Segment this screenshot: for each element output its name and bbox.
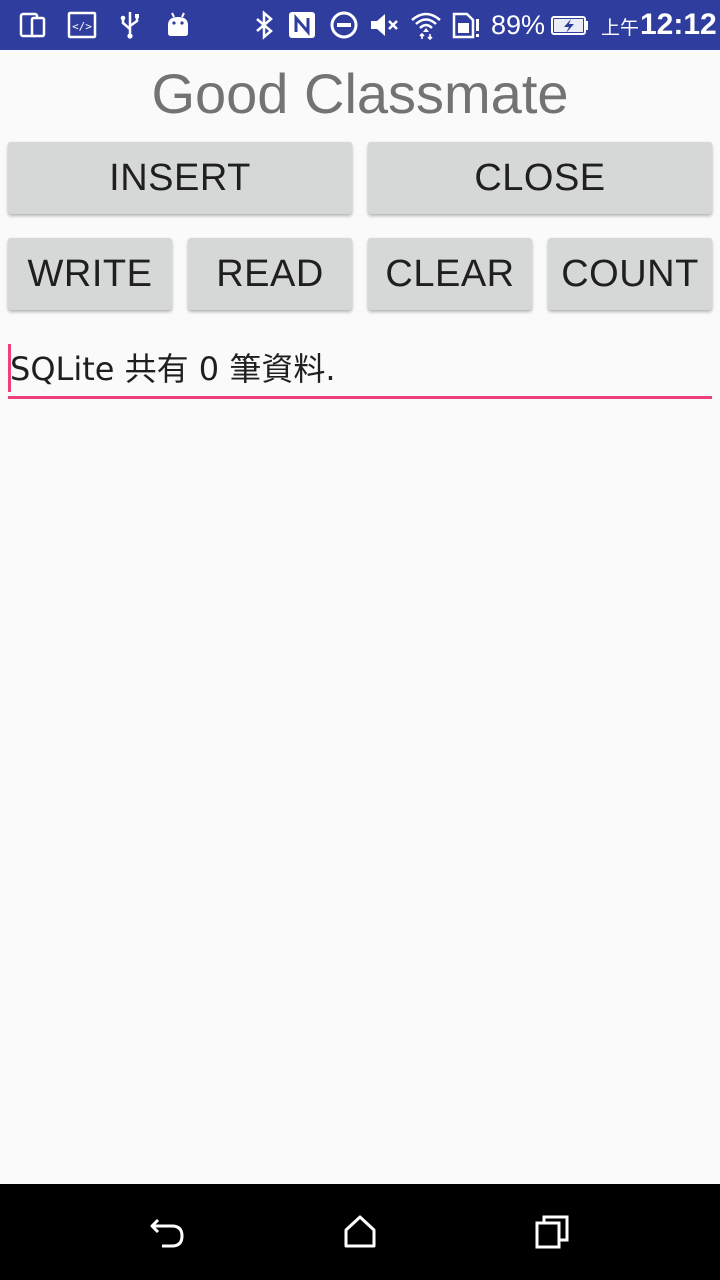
navigation-bar — [0, 1184, 720, 1280]
usb-icon — [120, 12, 139, 39]
close-button[interactable]: CLOSE — [368, 142, 712, 214]
battery-percent: 89% — [491, 10, 546, 40]
recents-icon[interactable] — [528, 1208, 576, 1256]
write-button[interactable]: WRITE — [8, 238, 172, 310]
developer-code-icon: </> — [67, 11, 97, 39]
nfc-icon — [289, 12, 315, 38]
battery-charging-icon — [551, 16, 588, 35]
output-text-field[interactable]: SQLite 共有 0 筆資料. — [8, 340, 712, 399]
home-icon[interactable] — [336, 1208, 384, 1256]
clear-button[interactable]: CLEAR — [368, 238, 532, 310]
volume-muted-icon — [371, 14, 398, 36]
sim-alert-icon — [452, 12, 479, 39]
svg-text:</>: </> — [72, 20, 92, 33]
status-bar: </> 89% 上午 12:12 — [0, 0, 720, 50]
wifi-icon — [411, 12, 441, 41]
back-icon[interactable] — [144, 1208, 192, 1256]
bluetooth-icon — [256, 10, 273, 40]
do-not-disturb-icon — [330, 11, 358, 39]
output-text-value: SQLite 共有 0 筆資料. — [10, 350, 336, 388]
read-button[interactable]: READ — [188, 238, 352, 310]
clock: 12:12 — [640, 8, 717, 41]
page-title: Good Classmate — [151, 62, 569, 125]
android-icon — [168, 12, 188, 36]
text-cursor — [8, 344, 11, 392]
am-pm-label: 上午 — [601, 17, 640, 39]
count-button[interactable]: COUNT — [548, 238, 712, 310]
screen-share-icon — [19, 12, 46, 38]
insert-button[interactable]: INSERT — [8, 142, 352, 214]
